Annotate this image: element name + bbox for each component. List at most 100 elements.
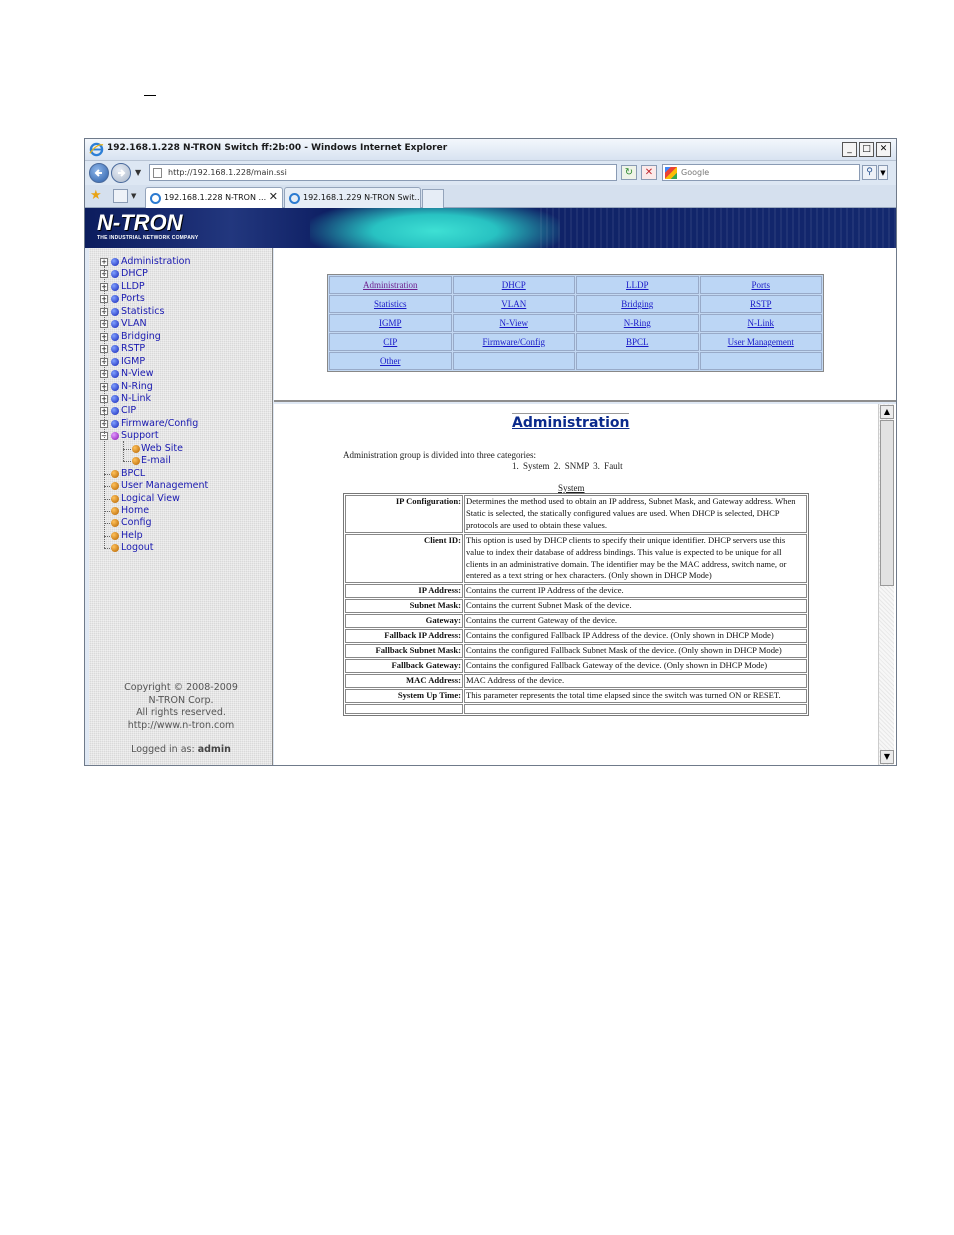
category-link[interactable]: IGMP [379, 318, 402, 328]
field-label: Subnet Mask: [345, 599, 463, 614]
history-dropdown-icon[interactable]: ▼ [135, 168, 141, 177]
refresh-button[interactable]: ↻ [621, 165, 637, 180]
category-link[interactable]: LLDP [626, 280, 649, 290]
stop-button[interactable]: ✕ [641, 165, 657, 180]
field-description: MAC Address of the device. [464, 673, 807, 688]
category-link[interactable]: Bridging [621, 299, 653, 309]
page-icon [153, 168, 162, 178]
category-link[interactable]: User Management [728, 337, 794, 347]
category-link[interactable]: N-View [500, 318, 528, 328]
sidebar-item-label[interactable]: IGMP [121, 356, 145, 368]
category-cell: DHCP [452, 276, 575, 294]
category-link[interactable]: DHCP [502, 280, 526, 290]
category-link[interactable]: RSTP [750, 299, 772, 309]
sidebar-item-label[interactable]: Ports [121, 293, 145, 305]
sidebar-item-label[interactable]: N-Ring [121, 381, 153, 393]
bullet-icon [111, 270, 119, 279]
category-cell: Statistics [329, 295, 452, 313]
category-cell: Administration [329, 276, 452, 294]
content-scrollbar[interactable]: ▲ ▼ [878, 404, 894, 765]
expand-icon[interactable]: + [100, 258, 108, 266]
sidebar-item-label[interactable]: E-mail [141, 455, 171, 467]
sidebar-item-label[interactable]: Support [121, 430, 159, 442]
sidebar-item-label[interactable]: RSTP [121, 343, 145, 355]
search-placeholder: Google [681, 168, 710, 177]
sidebar-item-label[interactable]: Bridging [121, 331, 161, 343]
category-cell: Other [329, 352, 452, 370]
sidebar-item-label[interactable]: Help [121, 530, 143, 542]
category-link[interactable]: Ports [751, 280, 770, 290]
rights-text: All rights reserved. [136, 707, 226, 718]
sidebar-footer: Copyright © 2008-2009 N-TRON Corp. All r… [89, 682, 273, 757]
sidebar-item-label[interactable]: LLDP [121, 281, 145, 293]
field-description: Contains the configured Fallback Subnet … [464, 643, 807, 658]
search-icon[interactable]: ⚲ [862, 165, 877, 180]
category-link[interactable]: Other [380, 356, 401, 366]
section-title: System [558, 483, 585, 493]
sidebar-item-label[interactable]: Home [121, 505, 149, 517]
address-input[interactable]: http://192.168.1.228/main.ssi ▼ [149, 164, 680, 181]
banner-stripes [540, 208, 896, 248]
sidebar-item-label[interactable]: User Management [121, 480, 208, 492]
sidebar-item-label[interactable]: Administration [121, 256, 191, 268]
scroll-thumb[interactable] [880, 420, 894, 586]
bullet-icon [111, 258, 119, 266]
intro-text: Administration group is divided into thr… [343, 450, 536, 460]
sidebar-item-label[interactable]: N-Link [121, 393, 151, 405]
category-link[interactable]: CIP [383, 337, 397, 347]
category-link[interactable]: VLAN [501, 299, 526, 309]
favorites-star-icon[interactable]: ★ [90, 189, 102, 202]
sidebar-item-label[interactable]: CIP [121, 405, 136, 417]
sidebar-item-label[interactable]: DHCP [121, 268, 148, 280]
sidebar-item-label[interactable]: Statistics [121, 306, 164, 318]
category-link[interactable]: Administration [363, 280, 418, 290]
category-row: Other [329, 352, 822, 370]
back-button[interactable] [89, 163, 109, 183]
scroll-down-icon[interactable]: ▼ [880, 750, 894, 764]
logged-in-line: Logged in as: admin [89, 744, 273, 757]
sidebar-item-label[interactable]: N-View [121, 368, 154, 380]
sidebar-item-label[interactable]: Web Site [141, 443, 183, 455]
field-label: IP Configuration: [345, 495, 463, 533]
sidebar-item-label[interactable]: VLAN [121, 318, 147, 330]
sidebar-item-label[interactable]: Firmware/Config [121, 418, 198, 430]
category-link[interactable]: N-Link [748, 318, 775, 328]
table-row: Fallback IP Address: Contains the configu… [345, 629, 807, 643]
field-label: Fallback Subnet Mask: [345, 643, 463, 658]
tab-inactive[interactable]: 192.168.1.229 N-TRON Swit... [284, 187, 421, 208]
scroll-up-icon[interactable]: ▲ [880, 405, 894, 419]
bullet-icon [111, 370, 119, 379]
bullet-icon [111, 544, 119, 553]
tab-active[interactable]: 192.168.1.228 N-TRON ... ✕ [145, 187, 283, 208]
tab-list-dropdown-icon[interactable]: ▼ [131, 192, 136, 200]
sidebar-item-label[interactable]: Config [121, 517, 151, 529]
table-row: System Up Time: This parameter represents… [345, 688, 807, 703]
table-row: Gateway: Contains the current Gateway of … [345, 614, 807, 629]
new-tab-button[interactable] [422, 189, 444, 208]
category-link[interactable]: Firmware/Config [483, 337, 546, 347]
category-link[interactable]: Statistics [374, 299, 407, 309]
bullet-icon [111, 295, 119, 304]
search-options-dropdown-icon[interactable]: ▼ [878, 165, 888, 180]
table-row: Fallback Subnet Mask: Contains the config… [345, 643, 807, 658]
sidebar-item-label[interactable]: Logical View [121, 493, 180, 505]
category-cell: User Management [699, 333, 822, 351]
table-row: MAC Address: MAC Address of the device. [345, 673, 807, 688]
forward-button[interactable] [111, 163, 131, 183]
field-description: This parameter represents the total time… [464, 688, 807, 703]
bullet-icon [111, 419, 119, 428]
category-link[interactable]: N-Ring [624, 318, 651, 328]
sidebar-item-label[interactable]: Logout [121, 542, 154, 554]
minimize-button[interactable]: _ [842, 142, 857, 157]
maximize-button[interactable]: □ [859, 142, 874, 157]
bullet-icon [111, 482, 119, 491]
search-input[interactable]: Google [662, 164, 860, 181]
quick-tabs-icon[interactable] [113, 189, 128, 203]
bullet-icon [111, 494, 119, 503]
category-link[interactable]: BPCL [626, 337, 649, 347]
close-button[interactable]: ✕ [876, 142, 891, 157]
bullet-icon [111, 382, 119, 391]
forward-arrow-icon [118, 169, 126, 177]
sidebar-item-label[interactable]: BPCL [121, 468, 145, 480]
tab-close-icon[interactable]: ✕ [269, 190, 278, 203]
